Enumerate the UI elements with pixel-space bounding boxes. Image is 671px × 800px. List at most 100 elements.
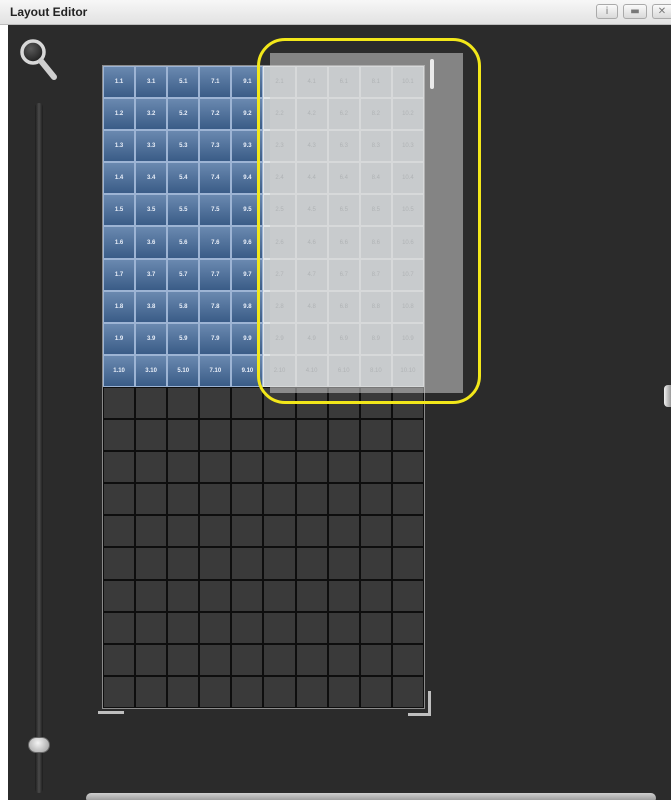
fixture-cell[interactable]: 5.9 [167,322,200,355]
empty-grid-cell[interactable] [359,483,392,516]
empty-grid-cell[interactable] [327,611,360,644]
fixture-cell[interactable]: 3.10 [135,354,168,387]
empty-grid-cell[interactable] [295,483,328,516]
empty-grid-cell[interactable] [167,611,200,644]
empty-grid-cell[interactable] [103,579,136,612]
fixture-cell[interactable]: 5.2 [167,98,200,131]
empty-grid-cell[interactable] [231,579,264,612]
empty-grid-cell[interactable] [391,611,424,644]
empty-grid-cell[interactable] [327,419,360,452]
empty-grid-cell[interactable] [231,611,264,644]
zoom-slider-track[interactable] [35,103,43,793]
fixture-cell[interactable]: 1.10 [103,354,136,387]
info-button[interactable]: i [596,4,618,19]
empty-grid-cell[interactable] [103,611,136,644]
empty-grid-cell[interactable] [135,386,168,420]
fixture-cell[interactable]: 5.4 [167,162,200,195]
empty-grid-cell[interactable] [199,483,232,516]
fixture-cell[interactable]: 7.10 [199,354,232,387]
empty-grid-cell[interactable] [103,483,136,516]
fixture-cell[interactable]: 5.10 [167,354,200,387]
empty-grid-cell[interactable] [391,643,424,676]
empty-grid-cell[interactable] [295,611,328,644]
empty-grid-cell[interactable] [391,451,424,484]
empty-grid-cell[interactable] [199,451,232,484]
fixture-cell[interactable]: 1.7 [103,258,136,291]
empty-grid-cell[interactable] [167,643,200,676]
empty-grid-cell[interactable] [199,419,232,452]
empty-grid-cell[interactable] [167,483,200,516]
empty-grid-cell[interactable] [135,611,168,644]
fixture-cell[interactable]: 1.2 [103,98,136,131]
empty-grid-cell[interactable] [103,419,136,452]
fixture-cell[interactable]: 7.6 [199,226,232,259]
fixture-cell[interactable]: 1.5 [103,194,136,227]
zoom-slider-thumb[interactable] [28,737,50,753]
empty-grid-cell[interactable] [231,515,264,548]
empty-grid-cell[interactable] [231,547,264,580]
fixture-cell[interactable]: 7.7 [199,258,232,291]
close-button[interactable]: ✕ [652,4,671,19]
fixture-cell[interactable]: 1.4 [103,162,136,195]
empty-grid-cell[interactable] [103,515,136,548]
fixture-cell[interactable]: 1.9 [103,322,136,355]
fixture-cell[interactable]: 5.6 [167,226,200,259]
empty-grid-cell[interactable] [167,515,200,548]
fixture-cell[interactable]: 5.5 [167,194,200,227]
fixture-cell[interactable]: 7.2 [199,98,232,131]
empty-grid-cell[interactable] [135,515,168,548]
fixture-cell[interactable]: 1.3 [103,130,136,163]
empty-grid-cell[interactable] [231,451,264,484]
fixture-cell[interactable]: 5.7 [167,258,200,291]
fixture-cell[interactable]: 3.1 [135,66,168,99]
empty-grid-cell[interactable] [391,579,424,612]
empty-grid-cell[interactable] [359,643,392,676]
fixture-cell[interactable]: 1.8 [103,290,136,323]
empty-grid-cell[interactable] [359,579,392,612]
empty-grid-cell[interactable] [199,386,232,420]
empty-grid-cell[interactable] [359,419,392,452]
empty-grid-cell[interactable] [263,675,296,708]
empty-grid-cell[interactable] [199,643,232,676]
empty-grid-cell[interactable] [231,675,264,708]
empty-grid-cell[interactable] [359,547,392,580]
empty-grid-cell[interactable] [327,483,360,516]
empty-grid-cell[interactable] [167,451,200,484]
empty-grid-cell[interactable] [295,515,328,548]
empty-grid-cell[interactable] [263,579,296,612]
layout-editor-canvas[interactable]: 1.13.15.17.19.12.14.16.18.110.11.23.25.2… [8,25,671,800]
fixture-cell[interactable]: 5.8 [167,290,200,323]
empty-grid-cell[interactable] [167,579,200,612]
fixture-cell[interactable]: 3.5 [135,194,168,227]
empty-grid-cell[interactable] [199,611,232,644]
fixture-cell[interactable]: 7.3 [199,130,232,163]
empty-grid-cell[interactable] [199,515,232,548]
empty-grid-cell[interactable] [295,579,328,612]
empty-grid-cell[interactable] [231,483,264,516]
empty-grid-cell[interactable] [263,483,296,516]
empty-grid-cell[interactable] [199,579,232,612]
horizontal-scrollbar[interactable] [86,793,656,800]
fixture-cell[interactable]: 3.6 [135,226,168,259]
empty-grid-cell[interactable] [327,451,360,484]
keyboard-button[interactable]: ▬ [623,4,647,19]
fixture-cell[interactable]: 3.3 [135,130,168,163]
empty-grid-cell[interactable] [135,579,168,612]
empty-grid-cell[interactable] [391,419,424,452]
empty-grid-cell[interactable] [263,451,296,484]
empty-grid-cell[interactable] [135,451,168,484]
empty-grid-cell[interactable] [167,386,200,420]
empty-grid-cell[interactable] [167,547,200,580]
empty-grid-cell[interactable] [295,643,328,676]
fixture-cell[interactable]: 5.1 [167,66,200,99]
fixture-cell[interactable]: 3.8 [135,290,168,323]
empty-grid-cell[interactable] [135,675,168,708]
empty-grid-cell[interactable] [327,643,360,676]
empty-grid-cell[interactable] [359,515,392,548]
side-panel-handle[interactable] [664,385,671,407]
empty-grid-cell[interactable] [295,419,328,452]
fixture-cell[interactable]: 1.1 [103,66,136,99]
empty-grid-cell[interactable] [263,547,296,580]
empty-grid-cell[interactable] [103,451,136,484]
empty-grid-cell[interactable] [263,515,296,548]
